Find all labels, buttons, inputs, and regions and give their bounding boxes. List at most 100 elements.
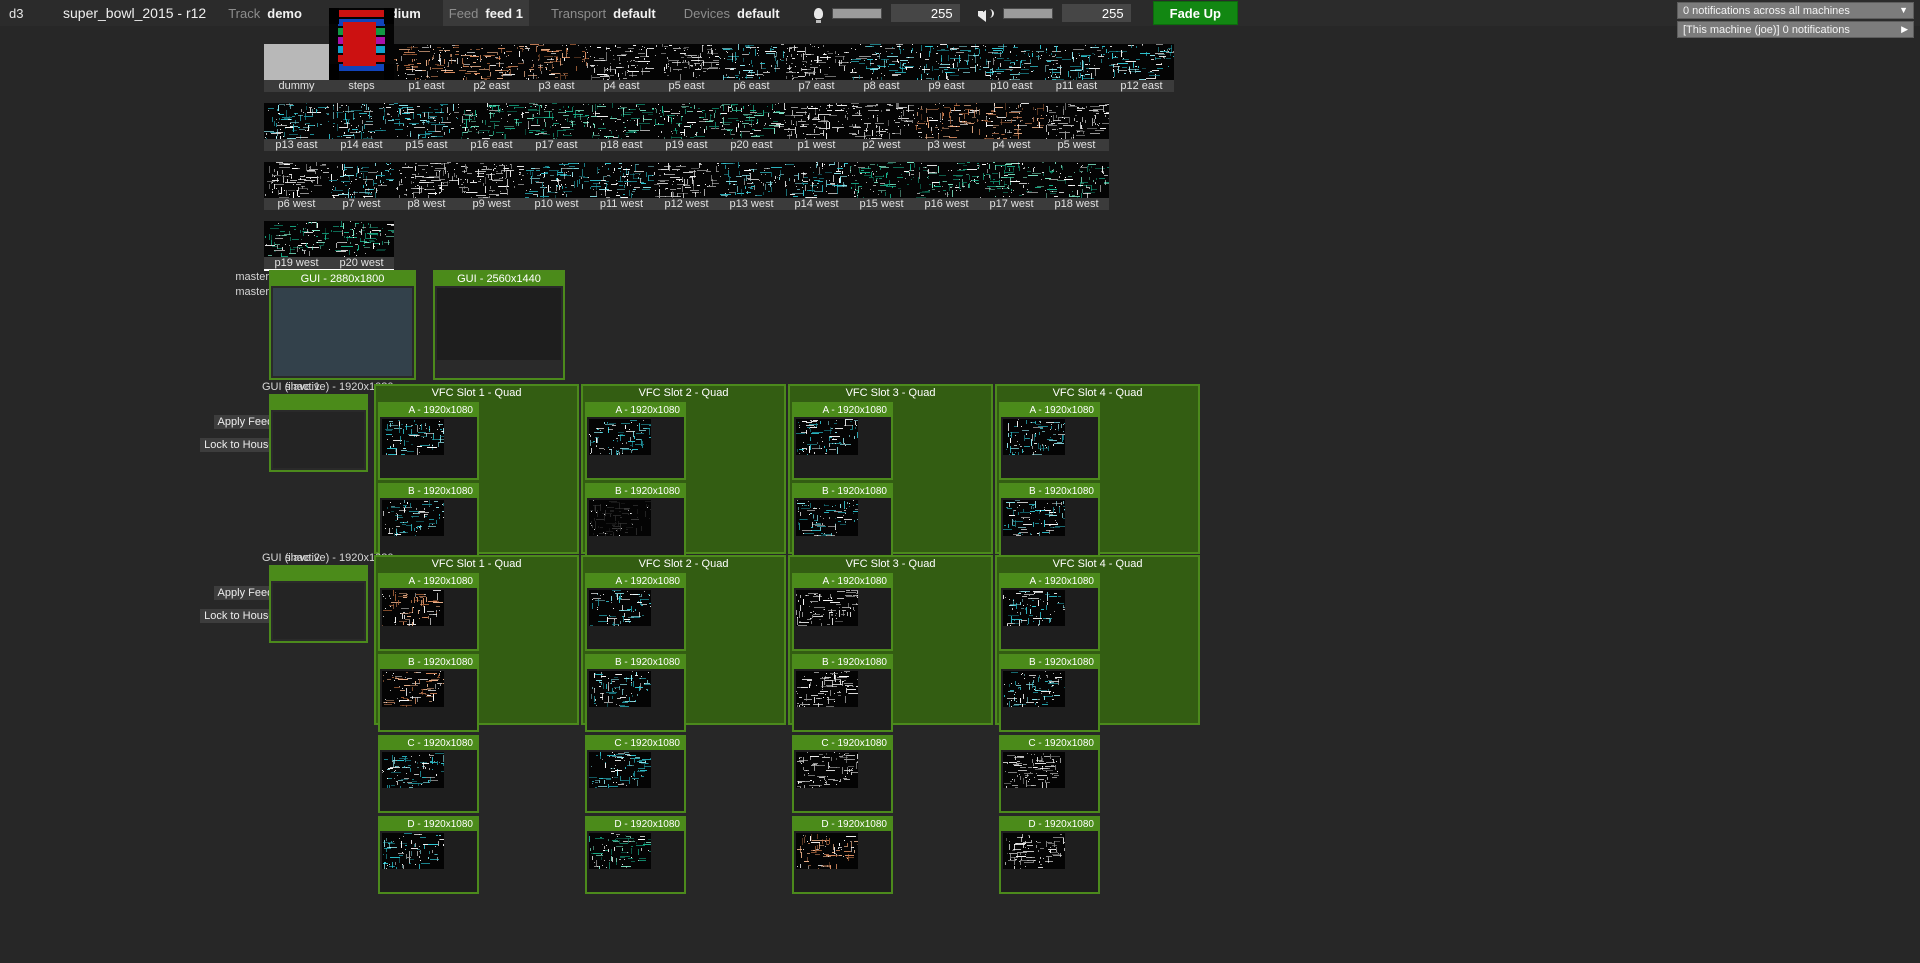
chevron-icon[interactable]: ▼: [1899, 5, 1908, 15]
thumbnail-p1-east[interactable]: p1 east: [394, 8, 459, 92]
thumbnail-steps[interactable]: steps: [329, 8, 394, 92]
thumbnail-preview: [979, 44, 1044, 80]
vfc-output-cell-D[interactable]: D - 1920x1080: [999, 816, 1100, 894]
thumbnail-p2-east[interactable]: p2 east: [459, 8, 524, 92]
thumbnail-p3-west[interactable]: p3 west: [914, 103, 979, 151]
thumbnail-p4-west[interactable]: p4 west: [979, 103, 1044, 151]
vfc-output-cell-A[interactable]: A - 1920x1080: [999, 573, 1100, 651]
vfc-slot-group-1[interactable]: VFC Slot 1 - QuadA - 1920x1080B - 1920x1…: [374, 384, 579, 554]
thumbnail-p10-east[interactable]: p10 east: [979, 8, 1044, 92]
thumbnail-p13-west[interactable]: p13 west: [719, 162, 784, 210]
vfc-output-cell-A[interactable]: A - 1920x1080: [378, 402, 479, 480]
vfc-output-cell-C[interactable]: C - 1920x1080: [378, 735, 479, 813]
thumbnail-preview: [524, 103, 589, 139]
thumbnail-preview: [654, 103, 719, 139]
thumbnail-label: p11 east: [1044, 80, 1109, 92]
thumbnail-p6-west[interactable]: p6 west: [264, 162, 329, 210]
thumbnail-p5-east[interactable]: p5 east: [654, 8, 719, 92]
vfc-output-cell-A[interactable]: A - 1920x1080: [792, 402, 893, 480]
thumbnail-p13-east[interactable]: p13 east: [264, 103, 329, 151]
vfc-slot-title: VFC Slot 4 - Quad: [997, 386, 1198, 400]
thumbnail-p11-east[interactable]: p11 east: [1044, 8, 1109, 92]
thumbnail-p10-west[interactable]: p10 west: [524, 162, 589, 210]
vfc-slot-title: VFC Slot 2 - Quad: [583, 386, 784, 400]
vfc-slot-group-3[interactable]: VFC Slot 3 - QuadA - 1920x1080B - 1920x1…: [788, 555, 993, 725]
thumbnail-dummy[interactable]: dummy: [264, 8, 329, 92]
thumbnail-p16-east[interactable]: p16 east: [459, 103, 524, 151]
vfc-output-cell-C[interactable]: C - 1920x1080: [585, 735, 686, 813]
master-labels: mastermaster: [233, 270, 269, 300]
vfc-output-cell-A[interactable]: A - 1920x1080: [999, 402, 1100, 480]
thumbnail-p8-east[interactable]: p8 east: [849, 8, 914, 92]
thumbnail-p6-east[interactable]: p6 east: [719, 8, 784, 92]
vfc-output-cell-C[interactable]: C - 1920x1080: [999, 735, 1100, 813]
thumbnail-p14-east[interactable]: p14 east: [329, 103, 394, 151]
thumbnail-p15-west[interactable]: p15 west: [849, 162, 914, 210]
vfc-output-label: A - 1920x1080: [380, 575, 477, 588]
thumbnail-preview: [329, 162, 394, 198]
thumbnail-p17-west[interactable]: p17 west: [979, 162, 1044, 210]
vfc-slot-group-4[interactable]: VFC Slot 4 - QuadA - 1920x1080B - 1920x1…: [995, 384, 1200, 554]
vfc-output-cell-C[interactable]: C - 1920x1080: [792, 735, 893, 813]
thumbnail-p16-west[interactable]: p16 west: [914, 162, 979, 210]
thumbnail-p17-east[interactable]: p17 east: [524, 103, 589, 151]
vfc-output-cell-B[interactable]: B - 1920x1080: [585, 483, 686, 561]
thumbnail-p9-west[interactable]: p9 west: [459, 162, 524, 210]
thumbnail-p7-west[interactable]: p7 west: [329, 162, 394, 210]
vfc-slot-group-1[interactable]: VFC Slot 1 - QuadA - 1920x1080B - 1920x1…: [374, 555, 579, 725]
notification-bar-2[interactable]: [This machine (joe)] 0 notifications▶: [1677, 21, 1914, 38]
vfc-output-preview: [380, 669, 477, 730]
thumbnail-p8-west[interactable]: p8 west: [394, 162, 459, 210]
thumbnail-p7-east[interactable]: p7 east: [784, 8, 849, 92]
vfc-output-cell-A[interactable]: A - 1920x1080: [378, 573, 479, 651]
gui-inactive-panel[interactable]: [269, 565, 368, 643]
thumbnail-label: p1 east: [394, 80, 459, 92]
vfc-output-cell-D[interactable]: D - 1920x1080: [792, 816, 893, 894]
vfc-slot-group-2[interactable]: VFC Slot 2 - Quad A - 1920x1080 B - 1920x1…: [581, 384, 786, 554]
thumbnail-p12-west[interactable]: p12 west: [654, 162, 719, 210]
vfc-quad-grid: A - 1920x1080B - 1920x1080C - 1920x1080D…: [997, 571, 1198, 896]
gui-inactive-panel[interactable]: [269, 394, 368, 472]
thumbnail-p2-west[interactable]: p2 west: [849, 103, 914, 151]
thumbnail-label: p14 east: [329, 139, 394, 151]
master-screen-panel-1[interactable]: GUI - 2880x1800: [269, 270, 416, 380]
vfc-output-cell-D[interactable]: D - 1920x1080: [585, 816, 686, 894]
vfc-slot-group-3[interactable]: VFC Slot 3 - QuadA - 1920x1080B - 1920x1…: [788, 384, 993, 554]
thumbnail-p19-west[interactable]: p19 west: [264, 221, 329, 269]
thumbnail-preview: [784, 103, 849, 139]
vfc-output-cell-B[interactable]: B - 1920x1080: [999, 654, 1100, 732]
vfc-slot-group-4[interactable]: VFC Slot 4 - QuadA - 1920x1080B - 1920x1…: [995, 555, 1200, 725]
vfc-output-preview: [1001, 831, 1098, 892]
thumbnail-p18-east[interactable]: p18 east: [589, 103, 654, 151]
vfc-output-cell-B[interactable]: B - 1920x1080: [585, 654, 686, 732]
master-screen-panel-2[interactable]: GUI - 2560x1440: [433, 270, 565, 380]
thumbnail-p20-east[interactable]: p20 east: [719, 103, 784, 151]
vfc-slot-title: VFC Slot 3 - Quad: [790, 386, 991, 400]
vfc-output-cell-B[interactable]: B - 1920x1080: [378, 654, 479, 732]
thumbnail-p14-west[interactable]: p14 west: [784, 162, 849, 210]
thumbnail-p1-west[interactable]: p1 west: [784, 103, 849, 151]
vfc-output-cell-A[interactable]: A - 1920x1080: [792, 573, 893, 651]
vfc-output-cell-B[interactable]: B - 1920x1080: [792, 483, 893, 561]
thumbnail-p5-west[interactable]: p5 west: [1044, 103, 1109, 151]
vfc-output-cell-A[interactable]: A - 1920x1080: [585, 402, 686, 480]
thumbnail-p3-east[interactable]: p3 east: [524, 8, 589, 92]
vfc-output-cell-B[interactable]: B - 1920x1080: [792, 654, 893, 732]
thumbnail-p15-east[interactable]: p15 east: [394, 103, 459, 151]
thumbnail-p19-east[interactable]: p19 east: [654, 103, 719, 151]
vfc-output-cell-A[interactable]: A - 1920x1080: [585, 573, 686, 651]
thumbnail-p18-west[interactable]: p18 west: [1044, 162, 1109, 210]
thumbnail-label: p3 west: [914, 139, 979, 151]
thumbnail-p12-east[interactable]: p12 east: [1109, 8, 1174, 92]
notification-bar-1[interactable]: 0 notifications across all machines▼: [1677, 2, 1914, 19]
thumbnail-p9-east[interactable]: p9 east: [914, 8, 979, 92]
vfc-output-label: B - 1920x1080: [587, 485, 684, 498]
vfc-output-cell-B[interactable]: B - 1920x1080: [999, 483, 1100, 561]
thumbnail-p11-west[interactable]: p11 west: [589, 162, 654, 210]
thumbnail-p20-west[interactable]: p20 west: [329, 221, 394, 269]
vfc-slot-group-2[interactable]: VFC Slot 2 - QuadA - 1920x1080B - 1920x1…: [581, 555, 786, 725]
thumbnail-p4-east[interactable]: p4 east: [589, 8, 654, 92]
vfc-output-cell-B[interactable]: B - 1920x1080: [378, 483, 479, 561]
chevron-icon[interactable]: ▶: [1901, 24, 1908, 35]
vfc-output-cell-D[interactable]: D - 1920x1080: [378, 816, 479, 894]
